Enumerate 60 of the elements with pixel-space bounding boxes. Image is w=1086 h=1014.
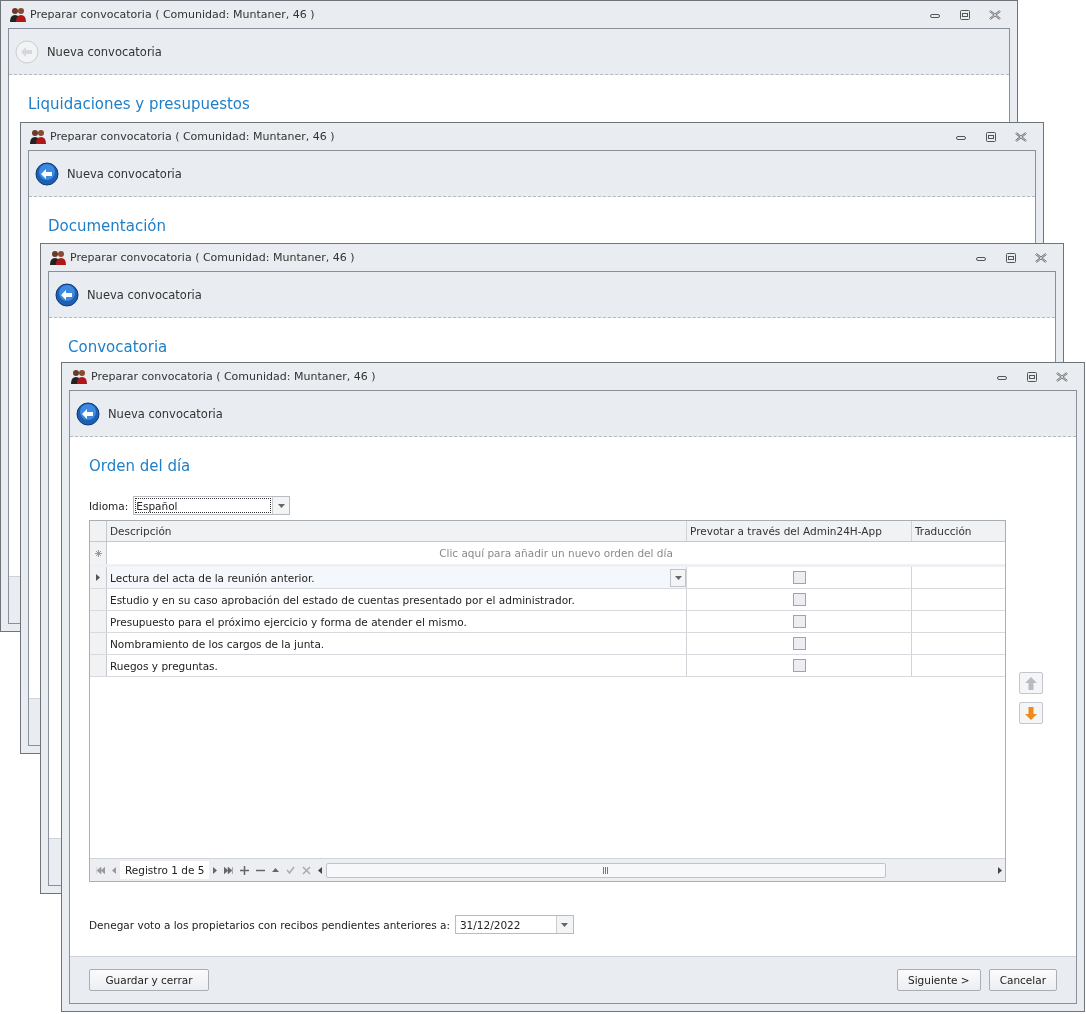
scroll-right-button[interactable] <box>995 864 1005 876</box>
caret-icon <box>674 575 682 580</box>
column-header[interactable]: Traducción <box>912 521 1005 541</box>
grip-icon <box>603 866 610 874</box>
row-indicator <box>90 589 107 610</box>
header-title: Nueva convocatoria <box>108 406 223 421</box>
window-title: Preparar convocatoria ( Comunidad: Muntaner, 46 ) <box>30 8 315 21</box>
people-icon <box>50 250 66 265</box>
back-button[interactable] <box>55 282 79 307</box>
dialog-button[interactable]: Cancelar <box>988 969 1057 991</box>
window-title: Preparar convocatoria ( Comunidad: Muntaner, 46 ) <box>70 251 355 264</box>
column-header[interactable]: Descripción <box>107 521 687 541</box>
table-cell: Nombramiento de los cargos de la junta. <box>110 637 325 650</box>
window-title: Preparar convocatoria ( Comunidad: Muntaner, 46 ) <box>91 370 376 383</box>
new-row-icon <box>94 549 102 557</box>
section-title: Documentación <box>48 217 167 235</box>
save-close-button[interactable]: Guardar y cerrar <box>89 969 209 991</box>
header-title: Nueva convocatoria <box>87 287 202 302</box>
new-row-placeholder[interactable]: Clic aquí para añadir un nuevo orden del día <box>107 542 1005 564</box>
people-icon <box>71 369 87 384</box>
column-header[interactable]: Prevotar a través del Admin24H-App <box>687 521 912 541</box>
language-dropdown[interactable]: Español <box>133 496 291 515</box>
section-title: Convocatoria <box>68 338 169 356</box>
people-icon <box>10 7 26 22</box>
horizontal-scrollbar[interactable] <box>326 862 887 878</box>
caret-icon <box>561 922 569 927</box>
back-button[interactable] <box>35 161 59 186</box>
row-indicator <box>90 655 107 676</box>
header-title: Nueva convocatoria <box>67 166 182 181</box>
down-arrow-icon <box>1025 706 1037 720</box>
row-indicator <box>90 611 107 632</box>
section-title: Orden del día <box>89 457 192 475</box>
table-cell: Ruegos y preguntas. <box>110 659 218 672</box>
caret-icon <box>277 503 285 508</box>
grid-row[interactable]: Ruegos y preguntas. <box>90 655 1005 677</box>
checkbox[interactable] <box>792 571 806 584</box>
checkbox[interactable] <box>792 637 806 650</box>
grid-row[interactable]: Presupuesto para el próximo ejercicio y forma de atender el mismo. <box>90 611 1005 633</box>
table-cell: Estudio y en su caso aprobación del estado de cuentas presentado por el administrador. <box>110 593 575 606</box>
header-title: Nueva convocatoria <box>47 44 162 59</box>
people-icon <box>30 129 46 144</box>
window-title: Preparar convocatoria ( Comunidad: Muntaner, 46 ) <box>50 130 335 143</box>
checkbox[interactable] <box>792 593 806 606</box>
row-indicator <box>90 633 107 654</box>
table-cell: Lectura del acta de la reunión anterior. <box>110 571 315 584</box>
checkbox[interactable] <box>792 615 806 628</box>
deny-vote-label: Denegar voto a los propietarios con recibos pendientes anteriores a: <box>89 918 450 931</box>
back-button[interactable] <box>76 401 100 426</box>
grid-row[interactable]: Nombramiento de los cargos de la junta. <box>90 633 1005 655</box>
language-label: Idioma: <box>89 499 129 512</box>
up-arrow-icon <box>1025 676 1037 690</box>
current-row-icon <box>96 574 100 581</box>
grid-row[interactable]: Estudio y en su caso aprobación del estado de cuentas presentado por el administrador. <box>90 589 1005 611</box>
dialog-button[interactable]: Siguiente > <box>897 969 981 991</box>
record-counter: Registro 1 de 5 <box>120 861 210 879</box>
section-title: Liquidaciones y presupuestos <box>28 95 251 113</box>
table-cell: Presupuesto para el próximo ejercicio y forma de atender el mismo. <box>110 615 467 628</box>
date-field[interactable]: 31/12/2022 <box>454 915 574 934</box>
dropdown-button[interactable] <box>670 568 686 587</box>
checkbox[interactable] <box>792 659 806 672</box>
